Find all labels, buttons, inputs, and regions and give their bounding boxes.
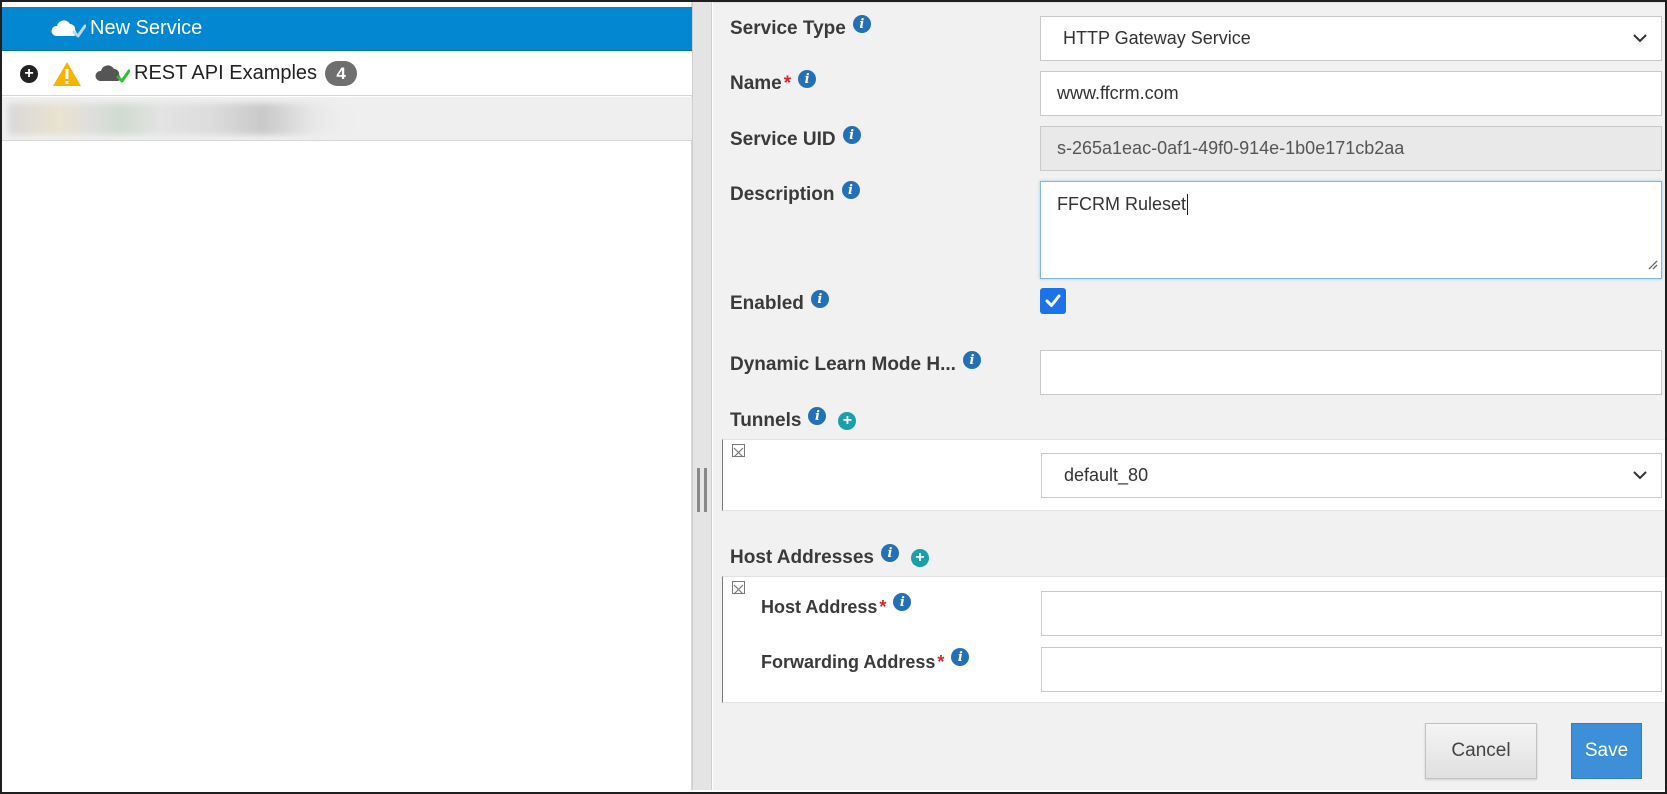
info-icon[interactable]: i	[852, 15, 871, 33]
name-input[interactable]: www.ffcrm.com	[1040, 71, 1662, 116]
save-button[interactable]: Save	[1571, 723, 1642, 779]
required-mark: *	[937, 651, 945, 672]
info-icon[interactable]: i	[798, 70, 817, 88]
pane-splitter[interactable]	[692, 2, 712, 790]
tree-item-redacted[interactable]	[2, 97, 692, 141]
remove-square-icon[interactable]	[732, 444, 745, 458]
chevron-down-icon	[1631, 466, 1649, 489]
chevron-down-icon	[1631, 29, 1649, 52]
remove-square-icon[interactable]	[732, 581, 745, 595]
host-address-input[interactable]	[1041, 591, 1662, 636]
required-mark: *	[879, 596, 887, 617]
info-icon[interactable]: i	[808, 407, 827, 425]
service-uid-field: s-265a1eac-0af1-49f0-914e-1b0e171cb2aa	[1040, 126, 1662, 171]
info-icon[interactable]: i	[880, 544, 899, 562]
enabled-checkbox[interactable]	[1040, 288, 1066, 314]
redacted-content	[8, 103, 348, 135]
info-icon[interactable]: i	[951, 648, 970, 666]
description-textarea[interactable]: FFCRM Ruleset	[1040, 181, 1662, 279]
info-icon[interactable]: i	[893, 593, 912, 611]
add-circle-icon[interactable]: +	[838, 412, 857, 430]
info-icon[interactable]: i	[962, 351, 981, 369]
tunnels-label: Tunnels i +	[730, 407, 857, 433]
required-mark: *	[783, 73, 792, 94]
tree-item-new-service[interactable]: New Service	[2, 7, 692, 51]
host-addresses-label: Host Addresses i +	[730, 544, 929, 570]
expand-plus-icon[interactable]: +	[20, 64, 38, 83]
enabled-label: Enabled i	[730, 290, 829, 316]
service-uid-label: Service UID i	[730, 126, 861, 152]
service-tree-pane: New Service + REST API Examples 4	[2, 2, 692, 790]
add-circle-icon[interactable]: +	[910, 549, 929, 567]
dynamic-learn-label: Dynamic Learn Mode H... i	[730, 351, 981, 377]
service-type-label: Service Type i	[730, 15, 871, 41]
text-cursor	[1187, 194, 1189, 215]
forwarding-address-label: Forwarding Address * i	[761, 648, 970, 673]
info-icon[interactable]: i	[810, 290, 829, 308]
dynamic-learn-input[interactable]	[1040, 350, 1662, 395]
host-address-label: Host Address * i	[761, 593, 912, 618]
count-badge: 4	[325, 61, 358, 86]
description-label: Description i	[730, 181, 860, 207]
cancel-button[interactable]: Cancel	[1425, 723, 1537, 779]
service-type-select[interactable]: HTTP Gateway Service	[1040, 16, 1662, 61]
resize-handle-icon[interactable]	[1646, 254, 1658, 275]
info-icon[interactable]: i	[841, 181, 860, 199]
tunnel-select[interactable]: default_80	[1041, 453, 1662, 498]
forwarding-address-input[interactable]	[1041, 647, 1662, 692]
info-icon[interactable]: i	[842, 126, 861, 144]
splitter-grip-icon[interactable]	[697, 468, 707, 512]
cloud-check-icon	[50, 18, 86, 40]
tree-item-label: REST API Examples	[134, 62, 318, 84]
name-label: Name * i	[730, 70, 817, 96]
cloud-check-icon	[94, 63, 130, 85]
tree-item-rest-api-examples[interactable]: + REST API Examples 4	[2, 52, 692, 96]
tree-item-label: New Service	[90, 17, 203, 39]
warning-icon	[52, 61, 82, 87]
